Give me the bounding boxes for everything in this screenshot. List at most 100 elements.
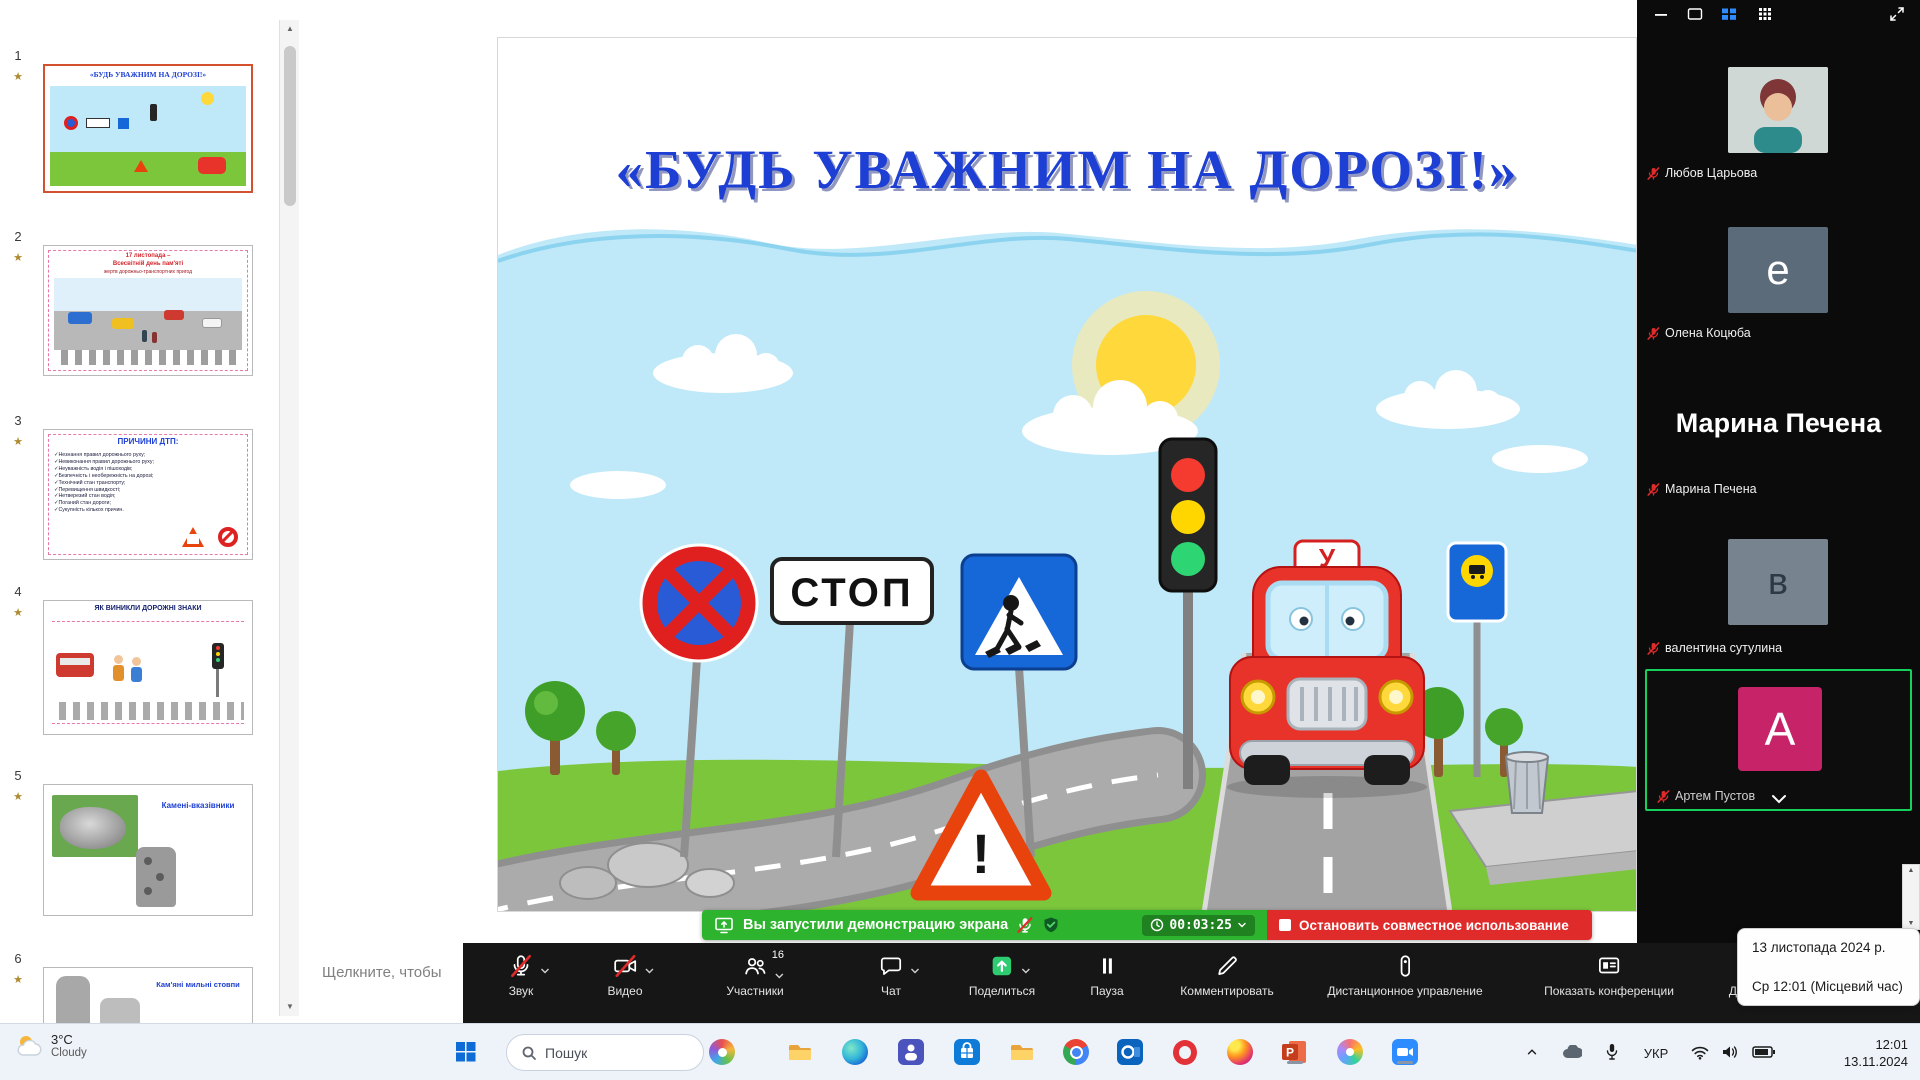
chat-icon	[878, 953, 904, 979]
audio-label: Звук	[509, 984, 534, 998]
share-screen-icon	[989, 953, 1015, 979]
participant-video-olena[interactable]: e	[1728, 227, 1828, 313]
participant-photo	[1728, 67, 1828, 153]
slide-illustration: СТОП	[498, 215, 1637, 912]
gallery-view-icon[interactable]	[1721, 6, 1737, 22]
screen-share-banner: Вы запустили демонстрацию экрана 00:03:2…	[702, 910, 1592, 940]
chevron-down-icon[interactable]	[774, 972, 784, 980]
collapse-videos-button[interactable]	[1768, 792, 1790, 810]
slide-number: 6	[6, 951, 30, 966]
clock-time: 12:01	[1844, 1036, 1908, 1053]
scroll-up-icon[interactable]: ▲	[280, 20, 300, 38]
chat-button[interactable]: Чат	[878, 953, 904, 998]
chevron-down-icon[interactable]	[910, 967, 920, 975]
outlook-icon[interactable]	[1116, 1038, 1144, 1066]
sky	[498, 221, 1637, 777]
chrome-icon[interactable]	[1062, 1038, 1090, 1066]
tray-chevron-up-icon[interactable]	[1524, 1044, 1540, 1060]
participants-icon	[742, 953, 768, 979]
annotate-label: Комментировать	[1180, 984, 1273, 998]
participant-video-maryna[interactable]: Марина Печена	[1637, 408, 1920, 439]
file-explorer-icon[interactable]	[786, 1038, 814, 1066]
thumb3-title: ПРИЧИНИ ДТП:	[48, 437, 248, 446]
taskbar-search[interactable]: Пошук	[506, 1034, 704, 1071]
remote-control-icon	[1392, 953, 1418, 979]
scroll-down-icon[interactable]: ▼	[280, 998, 300, 1016]
zoom-participants-panel: Любов Царьова e Олена Коцюба Марина Пече…	[1637, 0, 1920, 1023]
chevron-down-icon	[1770, 792, 1788, 806]
tooltip-date: 13 листопада 2024 р.	[1752, 940, 1905, 955]
share-timer-value: 00:03:25	[1169, 918, 1232, 933]
powerpoint-icon[interactable]: P	[1281, 1038, 1309, 1066]
participant-name-row: валентина сутулина	[1647, 641, 1782, 655]
minimize-icon[interactable]	[1653, 6, 1669, 22]
participants-button[interactable]: 16 Участники	[726, 953, 783, 998]
chevron-down-icon[interactable]	[1021, 967, 1031, 975]
stop-share-button[interactable]: Остановить совместное использование	[1267, 910, 1592, 940]
edge-browser-icon[interactable]	[841, 1038, 869, 1066]
taskbar-clock[interactable]: 12:01 13.11.2024	[1844, 1036, 1908, 1070]
video-button[interactable]: Видео	[607, 953, 642, 998]
zoom-app-icon[interactable]	[1391, 1038, 1419, 1066]
remote-control-button[interactable]: Дистанционное управление	[1327, 953, 1482, 998]
slide-thumbnail-4[interactable]: ЯК ВИНИКЛИ ДОРОЖНІ ЗНАКИ	[43, 600, 253, 735]
volume-icon[interactable]	[1720, 1044, 1740, 1060]
weather-condition: Cloudy	[51, 1047, 87, 1059]
language-indicator[interactable]: УКР	[1638, 1044, 1674, 1062]
teams-icon[interactable]	[897, 1038, 925, 1066]
pause-share-button[interactable]: Пауза	[1090, 953, 1123, 998]
battery-icon[interactable]	[1752, 1045, 1776, 1059]
scroll-down-icon[interactable]: ▼	[1903, 920, 1919, 927]
thumb1-title: «БУДЬ УВАЖНИМ НА ДОРОЗІ!»	[49, 70, 247, 79]
share-button[interactable]: Поделиться	[969, 953, 1035, 998]
audio-button[interactable]: Звук	[508, 953, 534, 998]
scroll-up-icon[interactable]: ▲	[1903, 867, 1919, 874]
share-timer[interactable]: 00:03:25	[1142, 915, 1255, 936]
scrollbar-thumb[interactable]	[284, 46, 296, 206]
tray-mic-icon[interactable]	[1604, 1043, 1620, 1061]
security-shield-icon[interactable]	[1042, 916, 1060, 934]
wifi-icon[interactable]	[1690, 1044, 1710, 1060]
thumbnail-2-preview	[54, 278, 242, 365]
slide-thumbnail-5[interactable]: Камені-вказівники	[43, 784, 253, 916]
show-meetings-button[interactable]: Показать конференции	[1544, 953, 1674, 998]
window-scrollbar[interactable]: ▲ ▼	[1902, 864, 1920, 930]
folder-icon[interactable]	[1008, 1038, 1036, 1066]
thumbnails-scrollbar[interactable]: ▲ ▼	[279, 20, 299, 1016]
meetings-icon	[1596, 953, 1622, 979]
weather-widget[interactable]: 3°C Cloudy	[14, 1032, 87, 1059]
participant-video-lyubov[interactable]	[1728, 67, 1828, 153]
photos-app-icon[interactable]	[1336, 1038, 1364, 1066]
firefox-icon[interactable]	[1226, 1038, 1254, 1066]
search-icon	[521, 1045, 537, 1061]
animation-star-icon: ★	[6, 251, 30, 264]
microsoft-store-icon[interactable]	[953, 1038, 981, 1066]
opera-icon[interactable]	[1171, 1038, 1199, 1066]
onedrive-cloud-icon[interactable]	[1562, 1044, 1582, 1060]
participant-video-valentyna[interactable]: в	[1728, 539, 1828, 625]
fullscreen-icon[interactable]	[1889, 6, 1905, 22]
slide-thumbnail-3[interactable]: ПРИЧИНИ ДТП: ✓Незнання правил дорожнього…	[43, 429, 253, 560]
video-label: Видео	[607, 984, 642, 998]
thumb4-title: ЯК ВИНИКЛИ ДОРОЖНІ ЗНАКИ	[48, 605, 248, 612]
start-button[interactable]	[452, 1038, 480, 1066]
thumbnail-5-preview	[44, 785, 252, 915]
chevron-down-icon[interactable]	[540, 967, 550, 975]
thumbnail-1-preview	[50, 86, 246, 186]
notes-placeholder[interactable]: Щелкните, чтобы	[322, 964, 442, 981]
stop-icon	[1279, 919, 1291, 931]
grid-view-icon[interactable]	[1757, 6, 1773, 22]
slide-thumbnail-2[interactable]: 17 листопада – Всесвітній день пам'яті ж…	[43, 245, 253, 376]
speaker-view-icon[interactable]	[1687, 6, 1703, 22]
animation-star-icon: ★	[6, 435, 30, 448]
widgets-flower-icon[interactable]	[708, 1038, 736, 1066]
participant-video-artem[interactable]: А Артем Пустов	[1645, 669, 1912, 811]
annotate-button[interactable]: Комментировать	[1180, 953, 1273, 998]
chevron-down-icon[interactable]	[644, 967, 654, 975]
animation-star-icon: ★	[6, 70, 30, 83]
avatar-initial: А	[1765, 702, 1796, 756]
muted-mic-icon	[1657, 790, 1670, 803]
avatar-initial: в	[1768, 561, 1788, 604]
slide-thumbnail-1[interactable]: «БУДЬ УВАЖНИМ НА ДОРОЗІ!»	[43, 64, 253, 193]
participants-label: Участники	[726, 984, 783, 998]
